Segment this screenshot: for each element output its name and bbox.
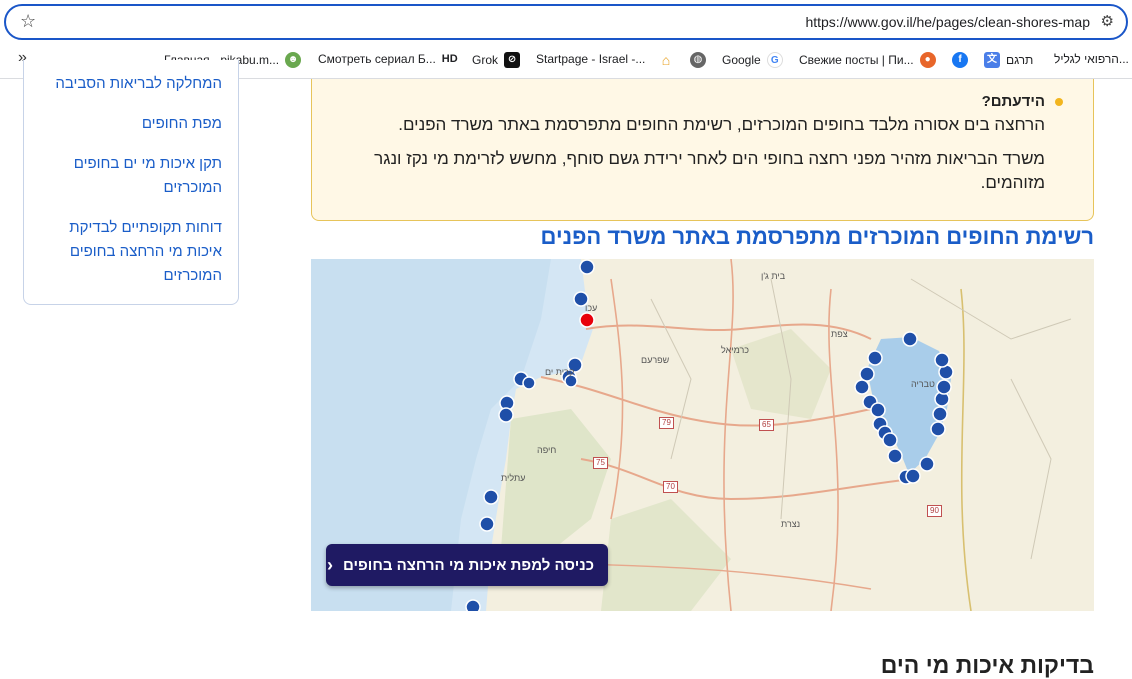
enter-bathing-water-map-button[interactable]: כניסה למפת איכות מי הרחצה בחופים ‹	[326, 544, 608, 586]
bookmark-star-icon[interactable]: ☆	[20, 11, 36, 32]
beaches-map[interactable]: עכו כרמיאל צפת טבריה קרית ים חיפה עתלית …	[311, 259, 1094, 611]
bookmark-google[interactable]: Google G	[722, 52, 783, 68]
bookmark-pikabu-posts[interactable]: Свежие посты | Пи... ●	[799, 52, 936, 68]
town-label: עתלית	[501, 473, 526, 483]
route-shield: 79	[659, 417, 674, 429]
town-label: חיפה	[537, 445, 557, 455]
address-bar[interactable]: ☆ https://www.gov.il/he/pages/clean-shor…	[4, 4, 1128, 40]
google-icon: G	[766, 52, 783, 68]
pikabu-icon: ●	[919, 52, 936, 68]
bookmark-grok[interactable]: Grok ⊘	[472, 52, 521, 68]
town-label: שפרעם	[641, 355, 670, 365]
route-shield: 90	[927, 505, 942, 517]
bookmark-home[interactable]: ⌂	[658, 52, 674, 68]
chevron-left-icon: ‹	[326, 554, 333, 575]
bookmark-label: Свежие посты | Пи...	[799, 53, 914, 67]
pikabu-mascot-icon: ☻	[285, 52, 302, 68]
map-heading-link[interactable]: רשימת החופים המוכרזים מתפרסמת באתר משרד …	[541, 224, 1094, 250]
sidebar-item-periodic-reports[interactable]: דוחות תקופתיים לבדיקת איכות מי הרחצה בחו…	[42, 216, 222, 288]
side-navigation: המחלקה לבריאות הסביבה מפת החופים תקן איכ…	[23, 60, 239, 305]
info-title: הידעתם?	[981, 93, 1045, 110]
town-label: צפת	[831, 329, 848, 339]
bookmark-label: Startpage - Israel -...	[536, 52, 646, 66]
info-paragraph-2: משרד הבריאות מזהיר מפני רחצה בחופי הים ל…	[374, 149, 1045, 192]
route-shield: 75	[593, 457, 608, 469]
url-text[interactable]: https://www.gov.il/he/pages/clean-shores…	[805, 14, 1090, 30]
town-label: נצרת	[781, 519, 801, 529]
translate-icon: 文	[984, 52, 1000, 68]
sidebar-item-water-quality-standard[interactable]: תקן איכות מי ים בחופים המוכרזים	[42, 152, 222, 200]
bookmark-translate[interactable]: 文 תרגם	[984, 52, 1033, 68]
bookmark-label: Grok	[472, 53, 499, 67]
bookmark-globe[interactable]: ◍	[690, 52, 706, 68]
hd-icon: HD	[441, 53, 458, 65]
route-shield: 65	[759, 419, 774, 431]
town-label: בית ג'ן	[761, 271, 786, 281]
bookmark-medical[interactable]: הרפואי לגליל...	[1054, 52, 1129, 66]
bookmark-label: Google	[722, 53, 761, 67]
info-paragraph-1: הרחצה בים אסורה מלבד בחופים המוכרזים, רש…	[398, 115, 1045, 134]
town-label: טבריה	[911, 379, 935, 389]
bookmark-label: הרפואי לגליל...	[1054, 52, 1129, 66]
route-shield: 70	[663, 481, 678, 493]
site-settings-icon[interactable]: ⚙	[1101, 12, 1114, 30]
bookmark-facebook[interactable]: f	[952, 52, 968, 68]
bookmark-serial[interactable]: Смотреть сериал Б... HD	[318, 52, 458, 66]
bookmark-label: תרגם	[1006, 53, 1034, 67]
bullet-dot-icon	[1055, 98, 1063, 106]
did-you-know-box: הידעתם? הרחצה בים אסורה מלבד בחופים המוכ…	[311, 79, 1094, 221]
facebook-icon: f	[952, 52, 968, 68]
town-label: קרית ים	[545, 367, 575, 377]
sidebar-item-shores-map[interactable]: מפת החופים	[42, 112, 222, 136]
town-label: עכו	[585, 303, 598, 313]
bookmark-startpage[interactable]: Startpage - Israel -...	[536, 52, 645, 66]
globe-icon: ◍	[690, 52, 706, 68]
bookmark-label: Смотреть сериал Б...	[318, 52, 436, 66]
grok-icon: ⊘	[504, 52, 521, 68]
town-label: כרמיאל	[721, 345, 750, 355]
home-icon: ⌂	[661, 52, 671, 68]
sidebar-item-environmental-health[interactable]: המחלקה לבריאות הסביבה	[42, 72, 222, 96]
section-title-water-tests: בדיקות איכות מי הים	[880, 652, 1094, 678]
button-label: כניסה למפת איכות מי הרחצה בחופים	[342, 556, 594, 574]
